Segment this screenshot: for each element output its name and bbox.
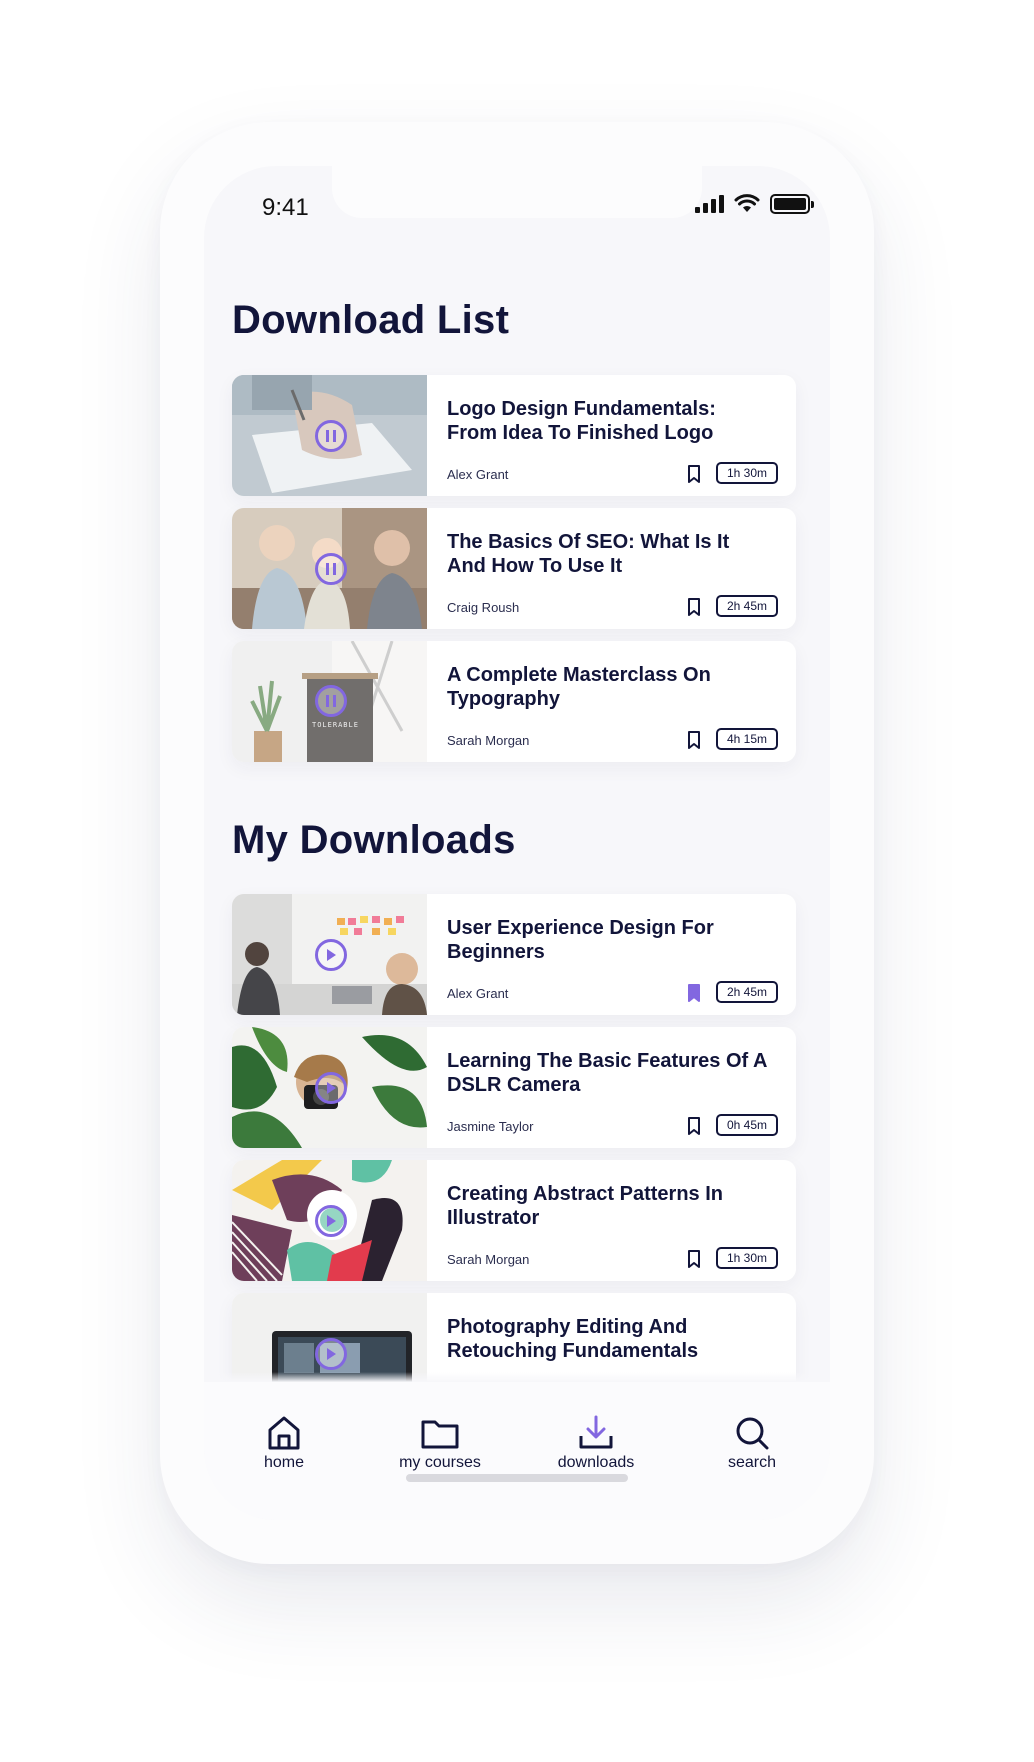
play-icon[interactable] — [315, 939, 347, 971]
course-author: Alex Grant — [447, 986, 509, 1001]
section-title-my-downloads: My Downloads — [232, 818, 516, 862]
course-author: Sarah Morgan — [447, 733, 530, 748]
download-list-card[interactable]: Logo Design Fundamentals: From Idea To F… — [232, 375, 796, 496]
bookmark-icon[interactable] — [686, 730, 702, 750]
tab-search-label: search — [727, 1454, 777, 1471]
battery-icon — [770, 194, 814, 214]
card-body: User Experience Design For Beginners Ale… — [427, 894, 796, 1015]
card-body: Learning The Basic Features Of A DSLR Ca… — [427, 1027, 796, 1148]
section-title-download-list: Download List — [232, 298, 510, 342]
notch — [332, 166, 702, 218]
course-title: User Experience Design For Beginners — [447, 917, 714, 963]
course-title: Logo Design Fundamentals: From Idea To F… — [447, 398, 716, 444]
phone-frame: 9:41 Download List Logo Design Fundament… — [160, 122, 874, 1564]
bottom-tab-bar: home my courses downloads search — [204, 1382, 830, 1520]
wifi-icon — [734, 194, 760, 212]
course-title: Creating Abstract Patterns In Illustrato… — [447, 1183, 723, 1229]
pause-icon[interactable] — [315, 685, 347, 717]
signal-icon — [695, 195, 724, 213]
download-icon — [579, 1415, 613, 1449]
download-list-card[interactable]: TOLERABLE A Complete Masterclass On Typo… — [232, 641, 796, 762]
course-author: Alex Grant — [447, 467, 509, 482]
status-time: 9:41 — [262, 194, 309, 221]
card-body: The Basics Of SEO: What Is It And How To… — [427, 508, 796, 629]
my-downloads-card[interactable]: Creating Abstract Patterns In Illustrato… — [232, 1160, 796, 1281]
bookmark-icon[interactable] — [686, 464, 702, 484]
course-thumbnail — [232, 1027, 427, 1148]
list-fade — [204, 1372, 830, 1382]
app-screen: 9:41 Download List Logo Design Fundament… — [204, 166, 830, 1520]
bookmark-icon[interactable] — [686, 1249, 702, 1269]
my-downloads-card[interactable]: User Experience Design For Beginners Ale… — [232, 894, 796, 1015]
home-indicator[interactable] — [406, 1474, 628, 1482]
bookmark-icon[interactable] — [686, 597, 702, 617]
tab-downloads[interactable]: downloads — [536, 1414, 656, 1472]
course-author: Sarah Morgan — [447, 1252, 530, 1267]
card-body: Logo Design Fundamentals: From Idea To F… — [427, 375, 796, 496]
thumbnail-sign-text: TOLERABLE — [312, 721, 359, 729]
status-icons — [695, 194, 814, 214]
duration-badge: 4h 15m — [716, 728, 778, 750]
download-list-card[interactable]: The Basics Of SEO: What Is It And How To… — [232, 508, 796, 629]
my-downloads-card[interactable]: Learning The Basic Features Of A DSLR Ca… — [232, 1027, 796, 1148]
card-body: Creating Abstract Patterns In Illustrato… — [427, 1160, 796, 1281]
course-author: Craig Roush — [447, 600, 520, 615]
duration-badge: 0h 45m — [716, 1114, 778, 1136]
duration-badge: 1h 30m — [716, 1247, 778, 1269]
tab-search[interactable]: search — [692, 1414, 812, 1472]
course-thumbnail — [232, 508, 427, 629]
duration-badge: 1h 30m — [716, 462, 778, 484]
pause-icon[interactable] — [315, 553, 347, 585]
duration-badge: 2h 45m — [716, 981, 778, 1003]
tab-my-courses[interactable]: my courses — [380, 1414, 500, 1472]
home-icon — [268, 1416, 300, 1450]
course-author: Jasmine Taylor — [447, 1119, 534, 1134]
play-icon[interactable] — [315, 1072, 347, 1104]
play-icon[interactable] — [315, 1205, 347, 1237]
folder-icon — [421, 1420, 459, 1449]
course-title: A Complete Masterclass On Typography — [447, 664, 711, 710]
tab-downloads-label: downloads — [557, 1454, 635, 1471]
course-thumbnail — [232, 894, 427, 1015]
search-icon — [736, 1417, 769, 1450]
course-title: Photography Editing And Retouching Funda… — [447, 1316, 699, 1362]
card-body: A Complete Masterclass On Typography Sar… — [427, 641, 796, 762]
course-thumbnail: TOLERABLE — [232, 641, 427, 762]
tab-home-label: home — [263, 1454, 305, 1471]
play-icon[interactable] — [315, 1338, 347, 1370]
duration-badge: 2h 45m — [716, 595, 778, 617]
course-thumbnail — [232, 375, 427, 496]
bookmark-icon[interactable] — [686, 1116, 702, 1136]
tab-home[interactable]: home — [224, 1414, 344, 1472]
bookmark-filled-icon[interactable] — [686, 983, 702, 1003]
course-thumbnail — [232, 1160, 427, 1281]
tab-my-courses-label: my courses — [399, 1454, 481, 1471]
course-title: Learning The Basic Features Of A DSLR Ca… — [447, 1050, 767, 1096]
course-title: The Basics Of SEO: What Is It And How To… — [447, 531, 730, 577]
pause-icon[interactable] — [315, 420, 347, 452]
